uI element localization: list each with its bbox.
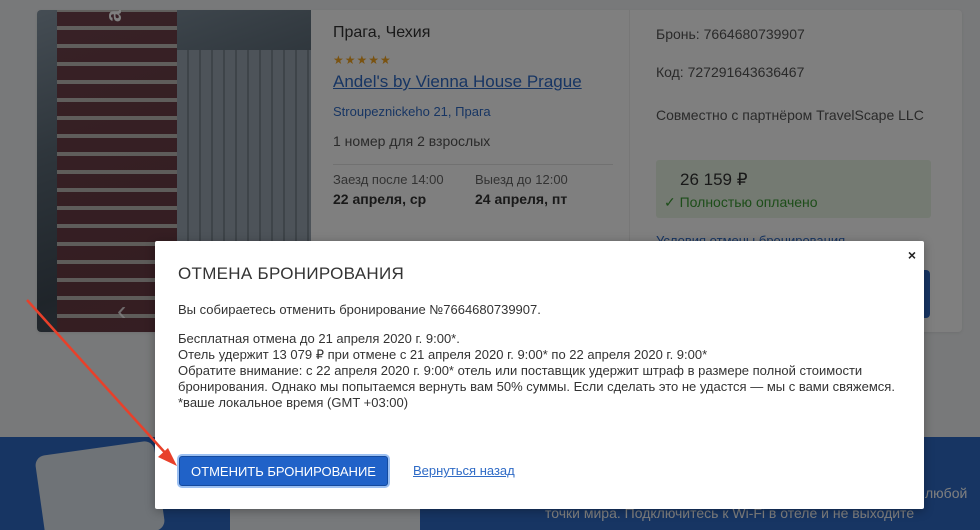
- back-link[interactable]: Вернуться назад: [413, 463, 515, 478]
- cancel-booking-dialog: × ОТМЕНА БРОНИРОВАНИЯ Вы собираетесь отм…: [155, 241, 924, 509]
- dialog-body: Бесплатная отмена до 21 апреля 2020 г. 9…: [178, 331, 908, 411]
- dialog-lead-text: Вы собираетесь отменить бронирование №76…: [178, 302, 541, 317]
- confirm-cancel-button[interactable]: ОТМЕНИТЬ БРОНИРОВАНИЕ: [179, 456, 388, 486]
- dialog-title: ОТМЕНА БРОНИРОВАНИЯ: [178, 264, 405, 283]
- notice-text: Обратите внимание: с 22 апреля 2020 г. 9…: [178, 363, 895, 394]
- close-icon[interactable]: ×: [908, 247, 916, 263]
- penalty-text: Отель удержит 13 079 ₽ при отмене с 21 а…: [178, 347, 708, 362]
- free-cancel-text: Бесплатная отмена до 21 апреля 2020 г. 9…: [178, 331, 460, 346]
- timezone-note: *ваше локальное время (GMT +03:00): [178, 395, 409, 410]
